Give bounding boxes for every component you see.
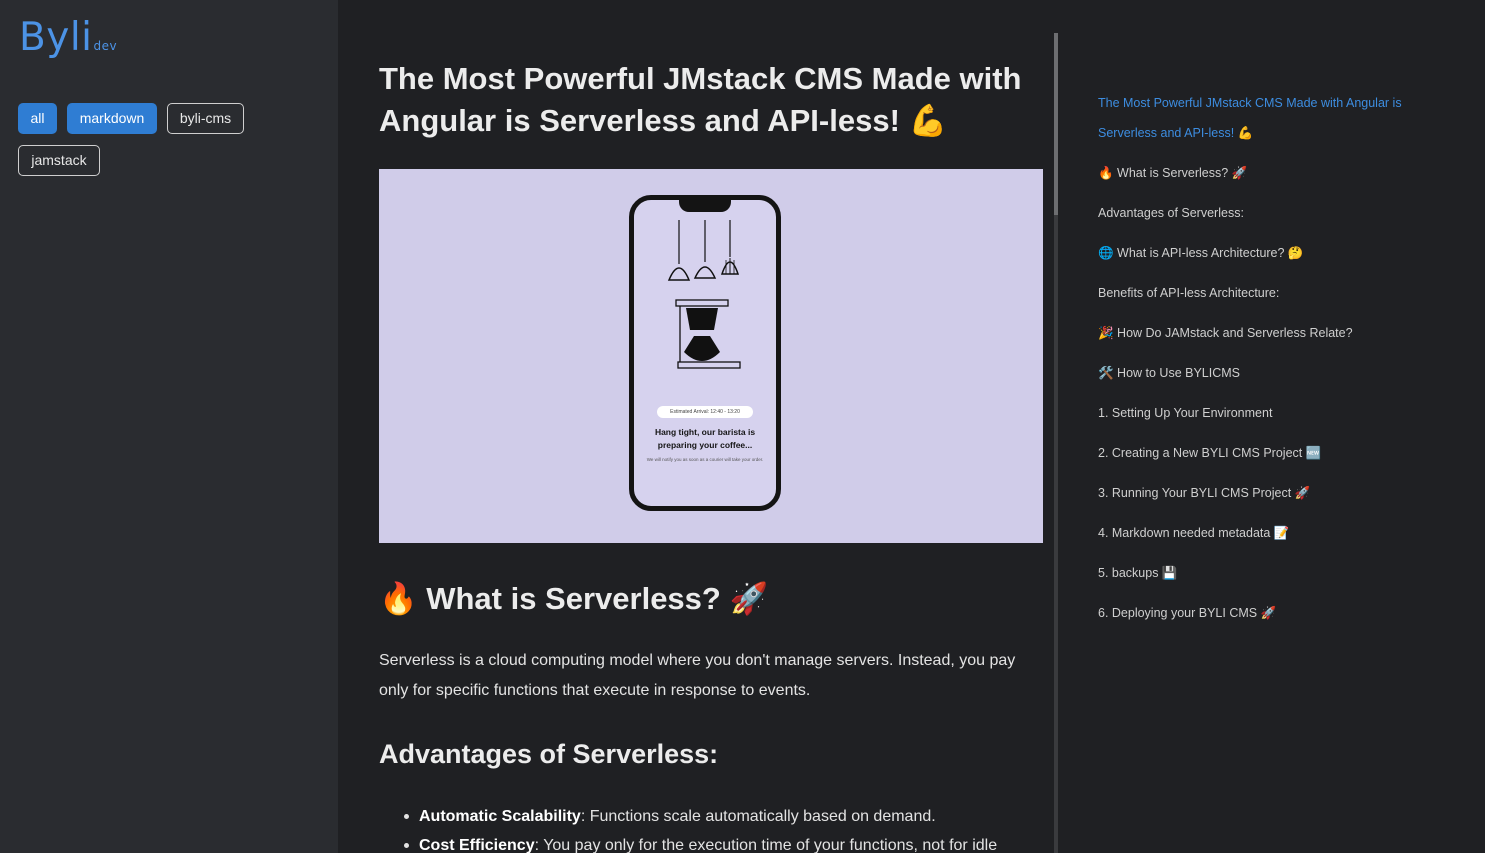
toc-link[interactable]: 🌐 What is API-less Architecture? 🤔 <box>1098 238 1428 268</box>
table-of-contents: The Most Powerful JMstack CMS Made with … <box>1058 0 1485 853</box>
bullet-text: : Functions scale automatically based on… <box>580 808 936 825</box>
list-item: Automatic Scalability: Functions scale a… <box>404 802 1054 831</box>
tag-byli-cms-button[interactable]: byli-cms <box>167 103 244 134</box>
phone-subtext: We will notify you as soon as a courier … <box>646 457 764 462</box>
toc-link[interactable]: The Most Powerful JMstack CMS Made with … <box>1098 88 1428 148</box>
toc-link[interactable]: 🛠️ How to Use BYLICMS <box>1098 358 1428 388</box>
toc-link[interactable]: 🔥 What is Serverless? 🚀 <box>1098 158 1428 188</box>
toc-link[interactable]: 5. backups 💾 <box>1098 558 1428 588</box>
logo-text: Byli <box>19 15 93 60</box>
logo-suffix: dev <box>93 39 118 53</box>
sidebar: Bylidev all markdown byli-cms jamstack <box>0 0 338 853</box>
bullet-text: : You pay only for the execution time of… <box>534 837 998 853</box>
toc-link[interactable]: 6. Deploying your BYLI CMS 🚀 <box>1098 598 1428 628</box>
article-title: The Most Powerful JMstack CMS Made with … <box>379 61 1022 138</box>
eta-badge: Estimated Arrival: 12:40 - 13:20 <box>657 406 753 418</box>
toc-link[interactable]: 🎉 How Do JAMstack and Serverless Relate? <box>1098 318 1428 348</box>
section-heading-advantages: Advantages of Serverless: <box>379 739 719 769</box>
phone-illustration: Estimated Arrival: 12:40 - 13:20 Hang ti… <box>629 195 781 511</box>
hero-image: Estimated Arrival: 12:40 - 13:20 Hang ti… <box>379 169 1043 543</box>
toc-link[interactable]: Advantages of Serverless: <box>1098 198 1428 228</box>
site-logo[interactable]: Bylidev <box>19 14 117 70</box>
phone-notch <box>679 198 731 212</box>
bullet-term: Cost Efficiency <box>419 837 535 853</box>
article-content: The Most Powerful JMstack CMS Made with … <box>338 0 1054 853</box>
toc-link[interactable]: 4. Markdown needed metadata 📝 <box>1098 518 1428 548</box>
toc-link[interactable]: Benefits of API-less Architecture: <box>1098 278 1428 308</box>
advantages-list: Automatic Scalability: Functions scale a… <box>404 802 1054 853</box>
section-heading-serverless: 🔥 What is Serverless? 🚀 <box>379 581 769 616</box>
coffee-illustration <box>667 220 741 369</box>
toc-link[interactable]: 1. Setting Up Your Environment <box>1098 398 1428 428</box>
list-item: Cost Efficiency: You pay only for the ex… <box>404 831 1054 853</box>
tag-jamstack-button[interactable]: jamstack <box>18 145 100 176</box>
tag-all-button[interactable]: all <box>18 103 57 134</box>
serverless-paragraph: Serverless is a cloud computing model wh… <box>379 652 1016 699</box>
tag-markdown-button[interactable]: markdown <box>67 103 157 134</box>
phone-heading: Hang tight, our barista is preparing you… <box>654 427 756 450</box>
bullet-term: Automatic Scalability <box>419 808 581 825</box>
toc-link[interactable]: 3. Running Your BYLI CMS Project 🚀 <box>1098 478 1428 508</box>
toc-link[interactable]: 2. Creating a New BYLI CMS Project 🆕 <box>1098 438 1428 468</box>
